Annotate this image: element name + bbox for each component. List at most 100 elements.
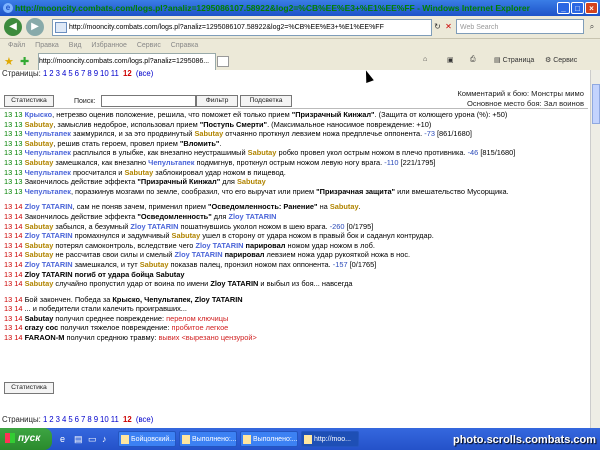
page-link[interactable]: 6	[75, 70, 79, 78]
page-link[interactable]: 2	[49, 415, 53, 424]
page-link[interactable]: 4	[62, 415, 66, 424]
task-download-icon	[243, 435, 251, 444]
player-name[interactable]: Чепультапек	[25, 148, 71, 157]
player-name[interactable]: Zloy TATARIN	[175, 250, 223, 259]
page-link[interactable]: 1	[43, 70, 47, 78]
task-4[interactable]: http://moo...	[301, 431, 359, 447]
tools-menu[interactable]: ⚙ Сервис	[545, 56, 577, 64]
minimize-button[interactable]: _	[557, 2, 570, 14]
page-link[interactable]: 6	[75, 415, 79, 424]
page-link[interactable]: 11	[111, 415, 119, 424]
log-time: 13 13	[4, 186, 25, 196]
page-link[interactable]: 7	[81, 70, 85, 78]
print-icon[interactable]: ⎙	[470, 56, 476, 64]
search-icon[interactable]: ⌕	[586, 20, 598, 33]
menu-help[interactable]: Справка	[171, 42, 198, 49]
page-link[interactable]: 8	[87, 415, 91, 424]
page-link[interactable]: 1	[43, 415, 47, 424]
log-text: , поразкинув мозгами по земле, сообразил…	[70, 186, 317, 196]
task-3[interactable]: Выполнено:...	[240, 431, 298, 447]
page-link[interactable]: 5	[68, 415, 72, 424]
menu-view[interactable]: Вид	[69, 42, 82, 49]
page-all-link[interactable]: (все)	[136, 415, 153, 424]
player-name[interactable]: Zloy TATARIN	[25, 231, 73, 240]
page-link[interactable]: 11	[111, 70, 119, 78]
menu-favorites[interactable]: Избранное	[91, 42, 126, 49]
stats-button[interactable]: Статистика	[4, 95, 54, 107]
page-link[interactable]: 4	[62, 70, 66, 78]
page-link[interactable]: 5	[68, 70, 72, 78]
page-menu[interactable]: ▤ Страница	[494, 56, 534, 64]
player-name[interactable]: Sabutay	[194, 129, 223, 138]
start-button[interactable]: пуск	[0, 428, 52, 450]
player-name[interactable]: Sabutay	[25, 222, 54, 231]
player-name[interactable]: Sabutay	[25, 241, 54, 250]
player-name[interactable]: Sabutay	[248, 148, 277, 157]
player-name[interactable]: Zloy TATARIN	[130, 222, 178, 231]
player-name[interactable]: Sabutay	[172, 231, 201, 240]
page-link[interactable]: 10	[100, 415, 109, 424]
player-name[interactable]: Sabutay	[25, 279, 54, 288]
page-link[interactable]: 9	[94, 70, 98, 78]
stop-icon[interactable]: ✕	[444, 20, 453, 33]
highlight-button[interactable]: Подсветка	[240, 95, 292, 107]
log-time: 13 14	[4, 269, 25, 279]
new-tab-button[interactable]	[217, 56, 229, 67]
quicklaunch-folder-icon[interactable]: ▤	[74, 434, 83, 445]
player-name[interactable]: Sabutay	[124, 168, 153, 177]
player-name[interactable]: Sabutay	[25, 158, 54, 167]
player-name[interactable]: Крыско	[25, 110, 53, 119]
forward-button[interactable]: ▶	[26, 18, 44, 36]
refresh-icon[interactable]: ↻	[433, 20, 442, 33]
player-name[interactable]: Sabutay	[237, 177, 266, 186]
menu-edit[interactable]: Правка	[35, 42, 59, 49]
log-text: [221/1795]	[398, 157, 436, 167]
add-favorite-icon[interactable]: ✚	[20, 55, 29, 68]
quicklaunch-media-icon[interactable]: ♪	[102, 434, 107, 444]
page-link[interactable]: 7	[81, 415, 85, 424]
player-name[interactable]: Sabutay	[25, 120, 54, 129]
home-icon[interactable]: ⌂	[423, 56, 427, 63]
player-name[interactable]: Sabutay	[25, 250, 54, 259]
task-2[interactable]: Выполнено:...	[179, 431, 237, 447]
player-name[interactable]: Sabutay	[140, 260, 169, 269]
quicklaunch-desktop-icon[interactable]: ▭	[88, 434, 97, 445]
scrollbar-thumb[interactable]	[592, 84, 600, 124]
page-all-link[interactable]: (все)	[136, 70, 153, 78]
tab-active[interactable]: http://mooncity.combats.com/logs.pl?anal…	[38, 53, 216, 70]
player-name[interactable]: Zloy TATARIN	[195, 241, 243, 250]
page-link[interactable]: 3	[56, 70, 60, 78]
player-name[interactable]: Zloy TATARIN	[25, 260, 73, 269]
page-link[interactable]: 10	[100, 70, 109, 78]
task-1[interactable]: Бойцовский...	[118, 431, 176, 447]
maximize-button[interactable]: □	[571, 2, 584, 14]
page-link[interactable]: 3	[56, 415, 60, 424]
player-name[interactable]: Sabutay	[330, 202, 359, 211]
stats-button-bottom[interactable]: Статистика	[4, 382, 54, 394]
log-text: Крыско, Чепультапек, Zloy TATARIN	[112, 294, 243, 304]
quicklaunch-ie-icon[interactable]: e	[60, 434, 65, 444]
log-text: для	[211, 211, 229, 221]
search-input[interactable]: Web Search	[456, 19, 584, 34]
player-name[interactable]: Zloy TATARIN	[25, 202, 73, 211]
page-link[interactable]: 8	[87, 70, 91, 78]
close-button[interactable]: ×	[585, 2, 598, 14]
favorites-star-icon[interactable]: ★	[4, 55, 14, 68]
page-link[interactable]: 2	[49, 70, 53, 78]
player-name[interactable]: Чепультапек	[25, 129, 71, 138]
address-input[interactable]: http://mooncity.combats.com/logs.pl?anal…	[52, 19, 432, 36]
player-name[interactable]: Чепультапек	[25, 168, 71, 177]
menu-tools[interactable]: Сервис	[137, 42, 161, 49]
filter-button[interactable]: Фильтр	[196, 95, 238, 107]
player-name[interactable]: Sabutay	[25, 139, 54, 148]
feeds-icon[interactable]: ▣	[447, 56, 454, 64]
menu-file[interactable]: Файл	[8, 42, 25, 49]
log-search-input[interactable]	[101, 95, 196, 107]
back-button[interactable]: ◀	[4, 18, 22, 36]
player-name[interactable]: Чепультапек	[148, 158, 194, 167]
player-name[interactable]: Zloy TATARIN	[228, 212, 276, 221]
log-text: Zloy TATARIN	[210, 279, 259, 289]
player-name[interactable]: Чепультапек	[25, 187, 71, 196]
page-link[interactable]: 9	[94, 415, 98, 424]
vertical-scrollbar[interactable]	[590, 70, 600, 428]
